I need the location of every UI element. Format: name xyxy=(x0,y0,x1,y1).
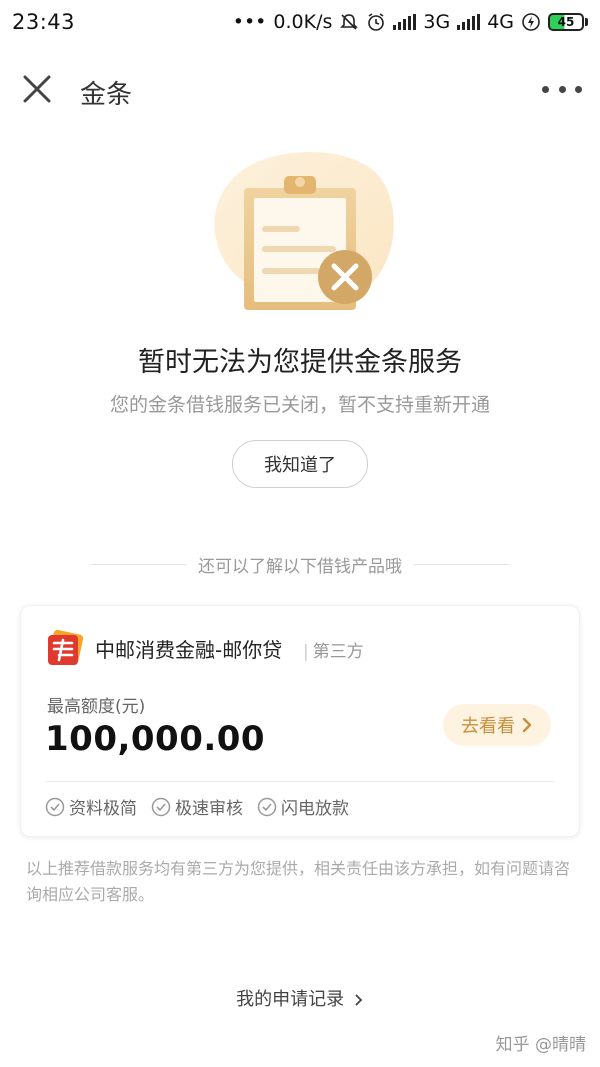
feature-text: 闪电放款 xyxy=(281,799,349,819)
alarm-icon xyxy=(368,13,385,31)
section-divider: 还可以了解以下借钱产品哦 xyxy=(0,552,600,577)
product-tag: | 第三方 xyxy=(303,642,364,662)
feature-list: 资料极简 极速审核 闪电放款 xyxy=(45,794,349,819)
feature-text: 极速审核 xyxy=(175,799,243,819)
chevron-right-icon xyxy=(522,717,532,733)
limit-value: 100,000.00 xyxy=(45,719,266,759)
watermark: 知乎 @晴晴 xyxy=(495,1035,586,1055)
check-circle-icon xyxy=(151,797,171,816)
feature-item: 资料极简 xyxy=(45,794,137,819)
view-product-button[interactable]: 去看看 xyxy=(443,704,551,746)
battery-level: 45 xyxy=(548,13,584,31)
close-button[interactable] xyxy=(20,72,54,106)
signal-icon xyxy=(393,14,417,30)
net-type-1: 3G xyxy=(423,11,451,33)
application-records-label: 我的申请记录 xyxy=(236,989,345,1010)
status-icons: ••• 0.0K/s 3G 4G 45 xyxy=(233,11,588,33)
status-time: 23:43 xyxy=(12,10,76,34)
mute-icon xyxy=(340,14,359,30)
net-type-2: 4G xyxy=(487,11,514,33)
section-divider-text: 还可以了解以下借钱产品哦 xyxy=(198,557,402,577)
check-circle-icon xyxy=(45,797,65,816)
disclaimer-text: 以上推荐借款服务均有第三方为您提供，相关责任由该方承担，如有问题请咨询相应公司客… xyxy=(26,859,571,904)
network-speed: 0.0K/s xyxy=(273,11,333,33)
post-bank-logo-icon xyxy=(48,630,83,665)
status-bar: 23:43 ••• 0.0K/s 3G 4G 45 xyxy=(0,0,600,44)
view-product-label: 去看看 xyxy=(461,716,515,737)
feature-text: 资料极简 xyxy=(69,799,137,819)
card-divider xyxy=(45,781,555,782)
chevron-right-icon xyxy=(355,994,363,1006)
limit-label: 最高额度(元) xyxy=(47,697,146,717)
battery-icon: 45 xyxy=(548,13,588,31)
nav-bar: 金条 xyxy=(0,58,600,120)
check-circle-icon xyxy=(257,797,277,816)
product-card[interactable]: 中邮消费金融-邮你贷 | 第三方 最高额度(元) 100,000.00 去看看 资… xyxy=(20,605,580,837)
more-icon xyxy=(542,85,549,93)
product-tag-text: 第三方 xyxy=(312,642,364,662)
close-icon xyxy=(23,75,51,103)
charging-icon xyxy=(522,13,540,31)
acknowledge-button[interactable]: 我知道了 xyxy=(232,440,368,488)
page-title: 金条 xyxy=(80,80,133,110)
clipboard-error-illustration xyxy=(214,152,394,310)
notice-title: 暂时无法为您提供金条服务 xyxy=(138,347,462,378)
product-name: 中邮消费金融-邮你贷 xyxy=(95,638,283,662)
more-button[interactable] xyxy=(542,76,582,102)
application-records-link[interactable]: 我的申请记录 xyxy=(0,985,600,1011)
dots-icon: ••• xyxy=(232,11,267,33)
notice-subtitle: 您的金条借钱服务已关闭，暂不支持重新开通 xyxy=(109,394,490,416)
signal-icon xyxy=(457,14,481,30)
feature-item: 闪电放款 xyxy=(257,794,349,819)
feature-item: 极速审核 xyxy=(151,794,243,819)
